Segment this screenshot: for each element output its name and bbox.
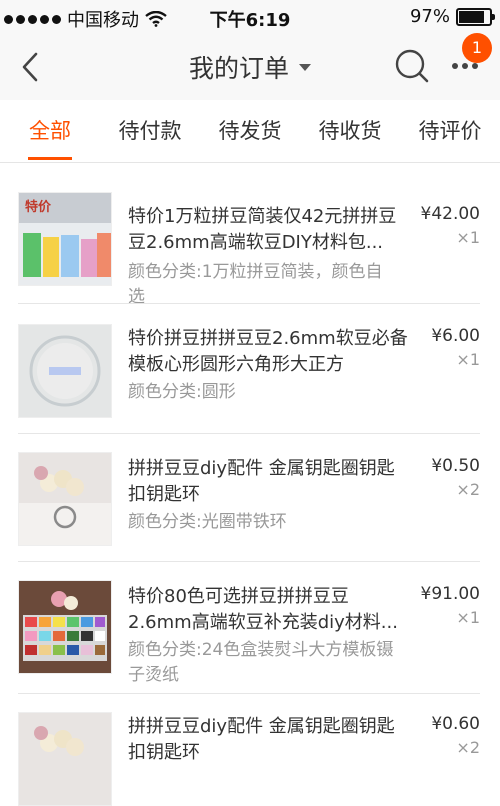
order-item[interactable]: 拼拼豆豆diy配件 金属钥匙圈钥匙扣钥匙环 ¥0.60 ×2 (0, 694, 500, 806)
battery-percent: 97% (409, 6, 450, 27)
order-item[interactable]: 拼拼豆豆diy配件 金属钥匙圈钥匙扣钥匙环 颜色分类:光圈带铁环 ¥0.50 ×… (0, 434, 500, 562)
status-bar: 中国移动 下午6:19 97% (0, 0, 500, 34)
tab-pending-review[interactable]: 待评价 (400, 100, 500, 162)
product-thumbnail: 特价 (18, 192, 112, 286)
product-quantity: ×2 (456, 480, 480, 499)
navigation-bar: 我的订单 (0, 34, 500, 101)
product-quantity: ×1 (456, 228, 480, 247)
order-item[interactable]: 特价 特价1万粒拼豆简装仅42元拼拼豆豆2.6mm高端软豆DIY材料包... 颜… (0, 174, 500, 307)
battery-status: 97% (409, 6, 495, 27)
tab-all[interactable]: 全部 (0, 100, 100, 162)
product-title: 特价80色可选拼豆拼拼豆豆2.6mm高端软豆补充装diy材料... (128, 586, 398, 633)
notification-badge: 1 (462, 33, 492, 63)
product-title: 特价1万粒拼豆简装仅42元拼拼豆豆2.6mm高端软豆DIY材料包... (128, 206, 397, 253)
tab-pending-receipt[interactable]: 待收货 (300, 100, 400, 162)
product-price: ¥0.60 (431, 714, 480, 734)
active-tab-indicator (28, 157, 72, 160)
product-thumbnail (18, 324, 112, 418)
tab-pending-shipment[interactable]: 待发货 (200, 100, 300, 162)
product-price: ¥42.00 (420, 204, 480, 224)
product-title: 特价拼豆拼拼豆豆2.6mm软豆必备模板心形圆形六角形大正方 (128, 328, 408, 375)
product-title: 拼拼豆豆diy配件 金属钥匙圈钥匙扣钥匙环 (128, 458, 395, 505)
thumbnail-label: 特价 (25, 199, 52, 215)
product-thumbnail (18, 452, 112, 546)
product-spec: 颜色分类:光圈带铁环 (128, 512, 287, 532)
product-spec: 颜色分类:24色盒装熨斗大方模板镊子烫纸 (128, 640, 394, 685)
caret-down-icon (299, 63, 311, 71)
search-button[interactable] (394, 48, 430, 84)
product-price: ¥0.50 (431, 456, 480, 476)
order-tabs: 全部 待付款 待发货 待收货 待评价 (0, 100, 500, 163)
product-quantity: ×2 (456, 738, 480, 757)
page-title: 我的订单 (188, 54, 289, 83)
product-price: ¥91.00 (420, 584, 480, 604)
product-thumbnail (18, 580, 112, 674)
product-title: 拼拼豆豆diy配件 金属钥匙圈钥匙扣钥匙环 (128, 716, 395, 763)
product-spec: 颜色分类:圆形 (128, 382, 236, 402)
product-quantity: ×1 (456, 350, 480, 369)
product-quantity: ×1 (456, 608, 480, 627)
battery-icon (456, 7, 495, 26)
product-thumbnail (18, 712, 112, 806)
order-item[interactable]: 特价拼豆拼拼豆豆2.6mm软豆必备模板心形圆形六角形大正方 颜色分类:圆形 ¥6… (0, 304, 500, 434)
search-icon (395, 49, 429, 83)
tab-pending-payment[interactable]: 待付款 (100, 100, 200, 162)
order-item[interactable]: 特价80色可选拼豆拼拼豆豆2.6mm高端软豆补充装diy材料... 颜色分类:2… (0, 562, 500, 694)
product-price: ¥6.00 (431, 326, 480, 346)
